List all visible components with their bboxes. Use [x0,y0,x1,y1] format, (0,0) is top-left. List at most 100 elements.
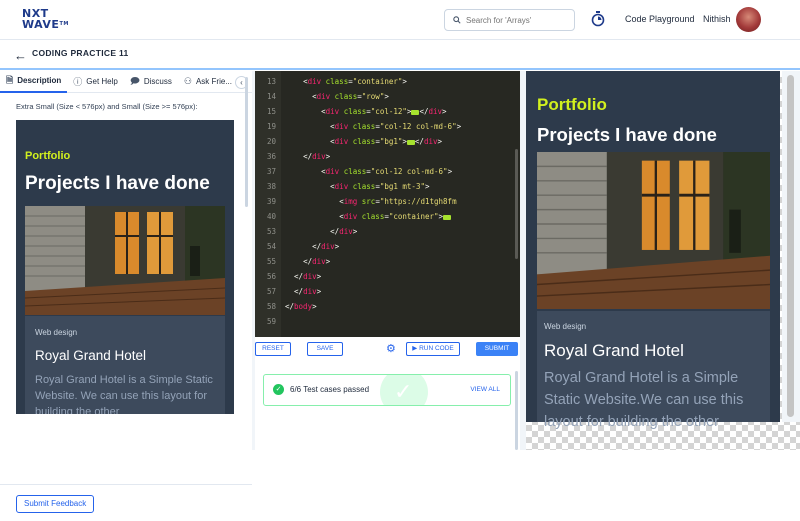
line-number: 15 [266,107,276,116]
description-panel: 🗎 Description ⓘ Get Help 🗩 Discuss ⚇ Ask… [0,71,252,521]
editor-toolbar: RESET SAVE ⚙ ▶ RUN CODE SUBMIT [255,337,520,361]
tab-discuss[interactable]: 🗩 Discuss [124,71,178,93]
code-line[interactable]: 37 <div class="col-12 col-md-6"> [255,164,452,179]
practice-title: CODING PRACTICE 11 [32,48,129,58]
people-icon: ⚇ [183,76,192,86]
code-line[interactable]: 58 </body> [255,299,317,314]
results-scrollbar[interactable] [514,361,519,450]
code-line[interactable]: 20 <div class="bg1"> </div> [255,134,442,149]
hotel-image [537,152,770,309]
line-number: 13 [266,77,276,86]
tab-label: Ask Frie... [195,77,232,86]
code-line[interactable]: 19 <div class="col-12 col-md-6"> [255,119,461,134]
line-number: 36 [266,152,276,161]
code-line[interactable]: 55 </div> [255,254,330,269]
line-number: 54 [266,242,276,251]
projects-heading: Projects I have done [537,124,717,145]
line-number: 38 [266,182,276,191]
project-title: Royal Grand Hotel [35,348,147,363]
view-all-link[interactable]: VIEW ALL [470,386,500,393]
code-editor[interactable]: 13 <div class="container"> 14 <div class=… [255,71,520,337]
tab-label: Description [17,76,62,85]
avatar[interactable] [736,7,761,32]
project-card: Web design Royal Grand Hotel Royal Grand… [537,311,770,430]
line-number: 58 [266,302,276,311]
run-code-label: RUN CODE [419,345,454,352]
project-category: Web design [544,322,587,331]
description-scrollbar[interactable] [245,77,248,207]
line-number: 53 [266,227,276,236]
code-line[interactable]: 54 </div> [255,239,339,254]
hotel-image [25,206,225,315]
search-box[interactable] [444,9,575,31]
output-preview: Portfolio Projects I have done Web desig… [526,71,800,450]
fold-marker-icon[interactable] [406,139,415,145]
code-line[interactable]: 39 <img src="https://d1tgh8fm [255,194,457,209]
portfolio-heading: Portfolio [537,95,607,114]
portfolio-heading: Portfolio [25,150,71,162]
line-number: 20 [266,137,276,146]
chevron-left-icon: ‹ [240,78,243,87]
gear-icon[interactable]: ⚙ [386,342,396,355]
top-navbar: NXT WAVETM Code Playground Nithish [0,0,800,40]
run-code-button[interactable]: ▶ RUN CODE [406,342,460,356]
code-line[interactable]: 53 </div> [255,224,357,239]
code-line[interactable]: 59 [255,314,285,329]
line-number: 19 [266,122,276,131]
line-number: 39 [266,197,276,206]
description-tabs: 🗎 Description ⓘ Get Help 🗩 Discuss ⚇ Ask… [0,71,252,93]
code-line[interactable]: 15 <div class="col-12"> </div> [255,104,447,119]
submit-button[interactable]: SUBMIT [476,342,518,356]
back-arrow-icon[interactable]: ← [14,48,27,63]
project-card: Web design Royal Grand Hotel Royal Grand… [25,316,225,414]
logo-tm: TM [59,21,69,27]
check-circle-icon: ✓ [273,384,284,395]
practice-header: ← CODING PRACTICE 11 [0,40,800,70]
reference-preview: Portfolio Projects I have done Web desig… [16,120,234,414]
tab-description[interactable]: 🗎 Description [0,71,68,93]
search-icon [453,16,461,24]
help-icon: ⓘ [73,77,83,87]
code-line[interactable]: 56 </div> [255,269,321,284]
line-number: 14 [266,92,276,101]
document-icon: 🗎 [6,74,14,85]
code-line[interactable]: 38 <div class="bg1 mt-3"> [255,179,430,194]
project-title: Royal Grand Hotel [544,341,684,360]
code-line[interactable]: 13 <div class="container"> [255,74,407,89]
check-icon: ✓ [394,379,413,404]
project-description: Royal Grand Hotel is a Simple Static Web… [544,370,744,430]
fold-marker-icon[interactable] [443,214,452,220]
logo-line-2: WAVE [22,18,60,31]
project-category: Web design [35,328,78,337]
save-button[interactable]: SAVE [307,342,343,356]
tab-ask-friends[interactable]: ⚇ Ask Frie... [178,71,238,93]
code-line[interactable]: 40 <div class="container"> [255,209,452,224]
projects-heading: Projects I have done [25,173,210,194]
tab-label: Discuss [143,77,172,86]
nxtwave-logo[interactable]: NXT WAVETM [22,8,69,30]
search-input[interactable] [466,15,566,25]
submit-feedback-button[interactable]: Submit Feedback [16,495,95,513]
tab-label: Get Help [86,77,118,86]
code-line[interactable]: 57 </div> [255,284,321,299]
code-line[interactable]: 14 <div class="row"> [255,89,389,104]
test-result-banner: ✓ ✓ 6/6 Test cases passed VIEW ALL [263,374,511,406]
tab-get-help[interactable]: ⓘ Get Help [67,71,124,93]
breakpoint-description: Extra Small (Size < 576px) and Small (Si… [16,102,198,111]
project-description: Royal Grand Hotel is a Simple Static Web… [35,374,213,414]
line-number: 55 [266,257,276,266]
line-number: 37 [266,167,276,176]
code-line[interactable]: 36 </div> [255,149,330,164]
output-page: Portfolio Projects I have done Web desig… [526,71,780,430]
user-name[interactable]: Nithish [703,14,731,24]
timer-icon[interactable] [591,11,605,27]
line-number: 57 [266,287,276,296]
line-number: 59 [266,317,276,326]
output-scrollbar[interactable] [782,71,800,422]
test-status: 6/6 Test cases passed [290,385,370,394]
chat-icon: 🗩 [129,75,140,86]
line-number: 56 [266,272,276,281]
feedback-bar: Submit Feedback [0,484,252,521]
code-playground-link[interactable]: Code Playground [625,14,695,24]
reset-button[interactable]: RESET [255,342,291,356]
